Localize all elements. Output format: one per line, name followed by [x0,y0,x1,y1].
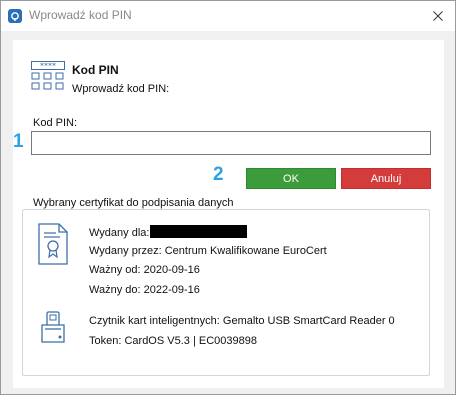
token-info: Token: CardOS V5.3 | EC0039898 [89,335,257,347]
svg-text:****: **** [40,62,56,71]
step-marker-2: 2 [213,164,224,185]
ok-button[interactable]: OK [246,168,336,189]
issued-by: Wydany przez: Centrum Kwalifikowane Euro… [89,245,327,257]
step-marker-1: 1 [13,131,24,152]
app-icon [8,9,22,23]
issued-to-label: Wydany dla: [89,227,150,239]
reader-name: Czytnik kart inteligentnych: Gemalto USB… [89,315,395,327]
window-title: Wprowadź kod PIN [29,8,132,22]
issued-to: Wydany dla: [89,225,248,239]
keypad-icon: **** [31,61,65,90]
pin-dialog-window: Wprowadź kod PIN **** Kod PIN Wprowadź k… [0,0,456,395]
certificate-icon [38,223,68,265]
pin-input[interactable] [31,131,431,155]
certificate-legend: Wybrany certyfikat do podpisania danych [30,197,237,209]
valid-to: Ważny do: 2022-09-16 [89,284,200,296]
redacted-name [150,225,248,238]
close-button[interactable] [421,1,455,31]
smartcard-reader-icon [41,311,65,343]
header-title: Kod PIN [72,63,119,77]
valid-from: Ważny od: 2020-09-16 [89,264,200,276]
cancel-button[interactable]: Anuluj [341,168,431,189]
close-icon [433,11,443,21]
dialog-body: **** Kod PIN Wprowadź kod PIN: Kod PIN: … [13,40,444,388]
title-bar[interactable]: Wprowadź kod PIN [1,1,455,31]
pin-label: Kod PIN: [33,117,78,129]
header-subtitle: Wprowadź kod PIN: [72,83,170,95]
